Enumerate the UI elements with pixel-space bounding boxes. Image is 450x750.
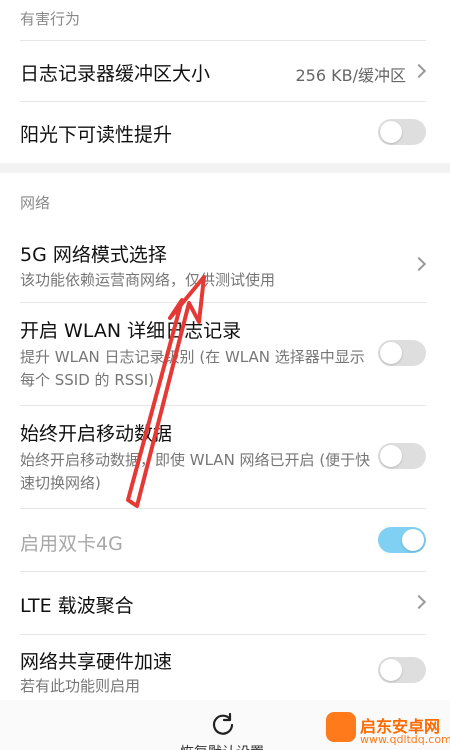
chevron-right-icon [411,594,427,610]
reset-icon[interactable] [210,712,236,738]
mobile-data-always-on-title: 始终开启移动数据 [20,423,173,445]
wlan-verbose-log-toggle[interactable] [378,340,426,366]
toggle-knob [380,445,402,467]
wlan-verbose-log-title: 开启 WLAN 详细日志记录 [20,320,242,342]
watermark-url: www.qdltdq.com [360,733,450,746]
dual-sim-4g-title: 启用双卡4G [20,533,123,555]
tethering-hw-accel-row[interactable]: 网络共享硬件加速 若有此功能则启用 [0,635,450,700]
watermark-logo [326,712,356,742]
toggle-knob [402,529,424,551]
lte-carrier-aggregation-row[interactable]: LTE 载波聚合 [0,572,450,634]
section-gap [0,163,450,173]
sunlight-readability-toggle[interactable] [378,119,426,145]
5g-mode-row[interactable]: 5G 网络模式选择 该功能依赖运营商网络，仅供测试使用 [0,228,450,302]
mobile-data-always-on-toggle[interactable] [378,443,426,469]
logger-buffer-value: 256 KB/缓冲区 [295,66,407,85]
toggle-knob [380,659,402,681]
dual-sim-4g-row: 启用双卡4G [0,509,450,571]
section-header-harmful: 有害行为 [20,10,81,28]
sunlight-readability-title: 阳光下可读性提升 [20,124,173,146]
tethering-hw-accel-subtitle: 若有此功能则启用 [20,677,141,695]
logger-buffer-title: 日志记录器缓冲区大小 [20,63,211,85]
dual-sim-4g-toggle [378,527,426,553]
mobile-data-always-on-row[interactable]: 始终开启移动数据 始终开启移动数据，即使 WLAN 网络已开启 (便于快速切换网… [0,406,450,508]
wlan-verbose-log-subtitle: 提升 WLAN 日志记录级别 (在 WLAN 选择器中显示每个 SSID 的 R… [20,348,365,389]
toggle-knob [380,121,402,143]
wlan-verbose-log-row[interactable]: 开启 WLAN 详细日志记录 提升 WLAN 日志记录级别 (在 WLAN 选择… [0,303,450,405]
section-header-network: 网络 [20,194,51,212]
tethering-hw-accel-toggle[interactable] [378,657,426,683]
5g-mode-subtitle: 该功能依赖运营商网络，仅供测试使用 [20,271,276,289]
logger-buffer-row[interactable]: 日志记录器缓冲区大小 256 KB/缓冲区 [0,41,450,101]
sunlight-readability-row[interactable]: 阳光下可读性提升 [0,102,450,162]
toggle-knob [380,342,402,364]
mobile-data-always-on-subtitle: 始终开启移动数据，即使 WLAN 网络已开启 (便于快速切换网络) [20,451,371,492]
5g-mode-title: 5G 网络模式选择 [20,244,167,266]
tethering-hw-accel-title: 网络共享硬件加速 [20,651,173,673]
chevron-right-icon [411,63,427,79]
lte-carrier-aggregation-title: LTE 载波聚合 [20,595,134,617]
chevron-right-icon [411,256,427,272]
reset-defaults-label[interactable]: 恢复默认设置 [180,742,264,750]
